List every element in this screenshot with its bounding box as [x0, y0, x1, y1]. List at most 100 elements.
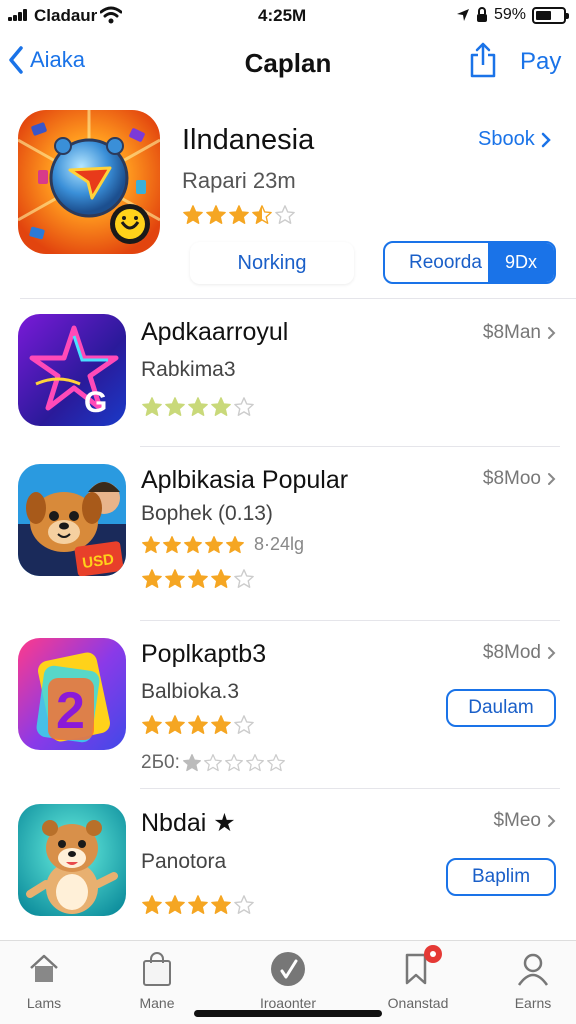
battery-icon — [532, 7, 569, 24]
status-bar: Cladaur 4:25M 59% — [0, 0, 576, 32]
star-icon — [188, 715, 208, 734]
app-price-2[interactable]: $8Moo — [483, 468, 556, 490]
star-icon — [165, 397, 185, 416]
chevron-right-icon — [548, 815, 556, 827]
app-subtitle-4: Panotora — [141, 850, 227, 873]
app-icon-3[interactable]: 2 — [18, 638, 126, 750]
tab-account[interactable]: Earns — [483, 949, 576, 1011]
app-rating-stars-3 — [141, 714, 256, 736]
app-rating-count-2: 8·24lg — [254, 534, 305, 554]
star-icon — [234, 715, 254, 734]
star-icon — [229, 205, 249, 224]
star-icon — [211, 895, 231, 914]
tab-saved[interactable]: Onanstad — [368, 945, 468, 1011]
app-price-3[interactable]: $8Mod — [483, 642, 556, 664]
tab-label: Lams — [26, 995, 62, 1011]
play-icon — [271, 952, 305, 986]
star-icon — [142, 397, 162, 416]
tab-store[interactable]: Mane — [107, 949, 207, 1011]
app-rating-stars-1 — [141, 396, 256, 418]
wifi-icon — [100, 6, 122, 24]
status-time: 4:25M — [258, 6, 307, 25]
share-icon[interactable] — [468, 42, 498, 78]
star-icon — [245, 754, 264, 772]
star-icon — [205, 535, 223, 553]
star-icon — [226, 535, 244, 553]
star-icon — [182, 754, 201, 772]
featured-app-icon[interactable] — [18, 110, 160, 254]
app-price-1[interactable]: $8Man — [483, 322, 556, 344]
star-icon — [206, 205, 226, 224]
app-get-button-3[interactable]: Daulam — [446, 689, 556, 727]
notification-badge — [424, 945, 442, 963]
chevron-right-icon — [541, 132, 551, 147]
app-subtitle-1: Rabkima3 — [141, 358, 236, 381]
bag-icon — [143, 952, 171, 986]
star-icon — [211, 715, 231, 734]
star-icon — [165, 895, 185, 914]
app-subtitle-2: Bophek (0.13) — [141, 502, 273, 525]
divider — [140, 446, 560, 447]
carrier-label: Cladaur — [34, 6, 98, 25]
star-icon — [165, 569, 185, 588]
app-price-label-4: $Meo — [493, 810, 541, 831]
star-icon — [275, 205, 295, 224]
app-extra-3: 2Б0: — [141, 752, 287, 774]
battery-percent: 59% — [494, 6, 527, 23]
svg-text:2: 2 — [56, 682, 85, 740]
star-icon — [184, 535, 202, 553]
home-icon — [30, 954, 58, 982]
featured-primary-button[interactable]: Reoorda 9Dx — [383, 241, 556, 284]
divider — [140, 788, 560, 789]
star-icon — [142, 715, 162, 734]
chevron-right-icon — [548, 473, 556, 485]
star-icon — [234, 895, 254, 914]
app-extra-label-3: 2Б0: — [141, 752, 180, 773]
location-arrow-icon — [457, 9, 469, 21]
home-indicator[interactable] — [194, 1010, 382, 1017]
star-icon — [234, 397, 254, 416]
app-subtitle-3: Balbioka.3 — [141, 680, 240, 703]
star-icon — [163, 535, 181, 553]
divider — [20, 298, 576, 299]
featured-app-subtitle: Rapari 23m — [182, 168, 296, 193]
chevron-right-icon — [548, 327, 556, 339]
tab-label: Onanstad — [387, 995, 449, 1011]
app-icon-2[interactable]: USD — [18, 464, 126, 576]
tab-play[interactable]: Iroaonter — [238, 949, 338, 1011]
divider — [140, 620, 560, 621]
app-price-4[interactable]: $Meo — [493, 810, 556, 832]
star-icon — [252, 205, 272, 224]
featured-link-label: Sbook — [478, 128, 535, 150]
star-icon — [188, 895, 208, 914]
star-icon — [165, 715, 185, 734]
app-price-label-2: $8Moo — [482, 468, 541, 489]
star-icon — [211, 397, 231, 416]
featured-link[interactable]: Sbook — [478, 128, 551, 151]
app-rating-stars-4 — [141, 894, 256, 916]
star-icon — [142, 569, 162, 588]
chevron-right-icon — [548, 647, 556, 659]
tab-label: Earns — [514, 995, 552, 1011]
pay-button[interactable]: Pay — [520, 48, 561, 76]
tab-label: Iroaonter — [259, 995, 317, 1011]
app-rating-stars-2: 8·24lg — [141, 534, 304, 555]
star-icon — [266, 754, 285, 772]
app-title-2: Aplbikasia Popular — [141, 466, 349, 494]
navigation-bar: Aiaka Caplan Pay — [0, 36, 576, 92]
app-icon-1[interactable]: G — [18, 314, 126, 426]
app-price-label-3: $8Mod — [482, 642, 541, 663]
featured-secondary-button[interactable]: Norking — [190, 242, 354, 284]
featured-primary-tag: 9Dx — [488, 243, 554, 282]
app-price-label-1: $8Man — [482, 322, 541, 343]
app-get-button-4[interactable]: Baplim — [446, 858, 556, 896]
featured-rating-stars — [182, 204, 297, 226]
person-icon — [517, 953, 549, 986]
app-icon-4[interactable] — [18, 804, 126, 916]
tab-home[interactable]: Lams — [0, 949, 94, 1011]
star-icon — [234, 569, 254, 588]
star-icon — [142, 895, 162, 914]
featured-app-title: Ilndanesia — [182, 124, 315, 156]
signal-icon — [8, 9, 30, 21]
star-icon — [211, 569, 231, 588]
